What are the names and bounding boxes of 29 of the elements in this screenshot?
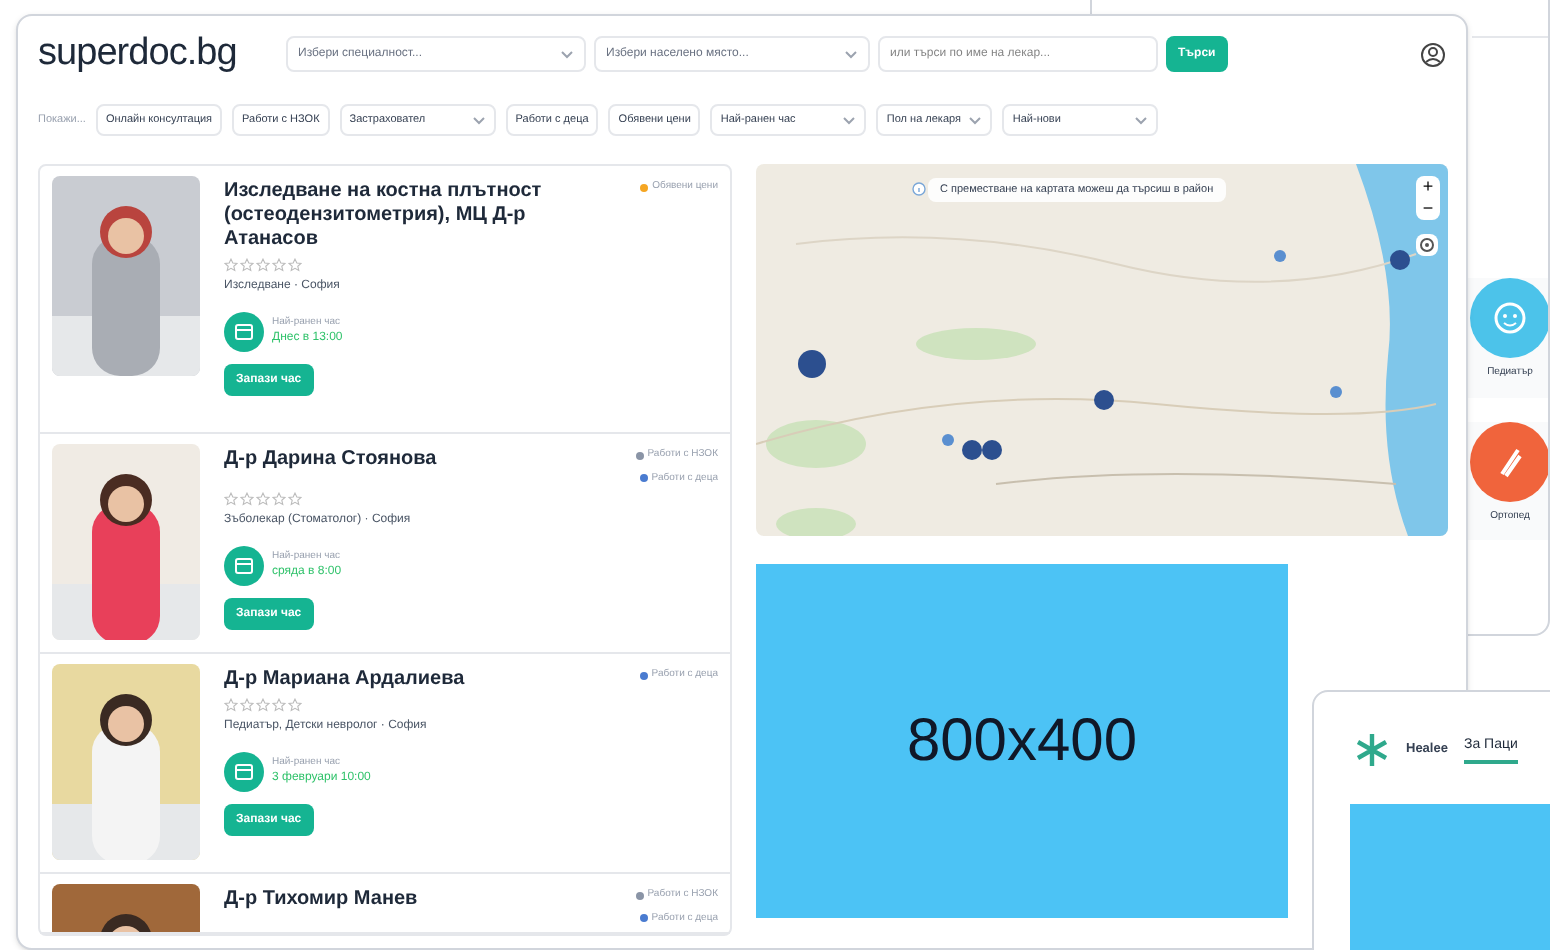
asterisk-icon[interactable] [1354, 732, 1390, 768]
badge-icon [635, 891, 644, 900]
caret-icon [842, 115, 857, 125]
zoom-in-button[interactable]: + [1416, 176, 1440, 198]
badge-icon [639, 671, 648, 680]
result-title[interactable]: Д-р Тихомир Манев [224, 888, 604, 926]
category-icon[interactable] [1470, 421, 1548, 501]
result-title[interactable]: Д-р Мариана Ардалиева [224, 668, 604, 692]
caret-icon [560, 49, 574, 59]
calendar-icon [224, 546, 264, 586]
result-title[interactable]: Д-р Дарина Стоянова [224, 448, 604, 486]
calendar-icon [224, 312, 264, 352]
badge-icon [635, 451, 644, 460]
badge-icon [639, 474, 648, 483]
site-logo[interactable]: superdoc.bg [38, 25, 278, 83]
caret-icon [844, 49, 858, 59]
category-icon[interactable] [1470, 278, 1548, 358]
caret-icon [471, 115, 486, 125]
banner: 800x400 [756, 564, 1288, 918]
calendar-icon [224, 752, 264, 792]
caret-icon [1134, 115, 1149, 125]
user-icon[interactable] [1420, 41, 1446, 67]
zoom-out-button[interactable]: − [1416, 198, 1440, 220]
result-title[interactable]: Изследване на костна плътност (остеодензитометрия), МЦ Д-р Атанасов [224, 180, 604, 252]
badge-icon [639, 914, 648, 923]
caret-icon [968, 115, 983, 125]
badge-icon [640, 183, 649, 192]
locate-icon[interactable] [1416, 234, 1438, 256]
info-icon [912, 182, 926, 196]
